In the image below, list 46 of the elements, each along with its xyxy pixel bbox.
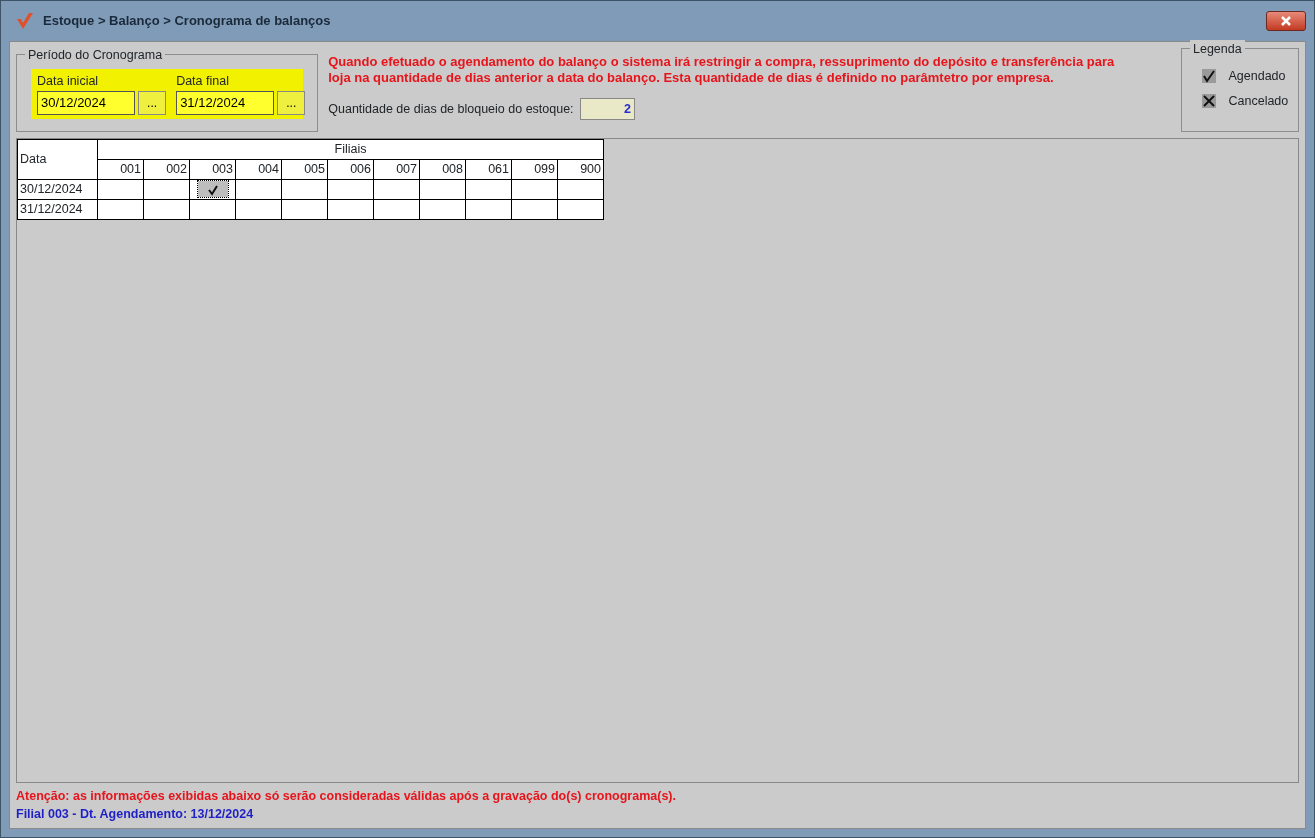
close-icon <box>1280 16 1292 26</box>
date-picker-button[interactable]: ... <box>277 90 306 115</box>
end-date-field[interactable]: 31/12/2024 <box>176 90 275 115</box>
start-date-field[interactable]: 30/12/2024 <box>37 90 135 115</box>
schedule-cell[interactable] <box>327 179 374 200</box>
schedule-cell[interactable] <box>557 199 604 220</box>
column-header: Data <box>17 139 98 180</box>
schedule-cell[interactable] <box>465 199 512 220</box>
column-group-header: Filiais <box>97 139 604 160</box>
schedule-cell[interactable] <box>511 199 558 220</box>
schedule-cell[interactable] <box>373 199 420 220</box>
schedule-info-text: Filial 003 - Dt. Agendamento: 13/12/2024 <box>16 806 255 824</box>
legend-label: Cancelado <box>1228 93 1289 110</box>
field-label: Data inicial <box>37 73 100 90</box>
schedule-cell[interactable] <box>373 179 420 200</box>
check-mark-icon <box>1202 69 1216 84</box>
warning-text: Atenção: as informações exibidas abaixo só serão consideradas válidas após a gravação do(s) cronograma(s). <box>16 787 677 805</box>
notice-text: Quando efetuado o agendamento do balanço o sistema irá restringir a compra, ressuprimento do depósito e transferência para loja na quantidade de dias anterior a data do balanço. Esta quantidade de dias é definido no parâmtetro por empresa. <box>328 54 1115 86</box>
schedule-cell[interactable] <box>143 199 190 220</box>
schedule-cell[interactable] <box>97 179 144 200</box>
schedule-cell[interactable] <box>465 179 512 200</box>
date-picker-button[interactable]: ... <box>138 90 167 115</box>
group-title: Legenda <box>1190 40 1245 59</box>
schedule-cell[interactable] <box>557 179 604 200</box>
schedule-cell[interactable] <box>511 179 558 200</box>
legend-label: Agendado <box>1228 68 1286 85</box>
schedule-cell[interactable] <box>189 199 236 220</box>
check-mark-icon[interactable] <box>197 181 228 198</box>
block-days-field[interactable]: 2 <box>579 98 635 120</box>
schedule-cell[interactable] <box>143 179 190 200</box>
close-button[interactable] <box>1266 11 1306 31</box>
date-cell: 31/12/2024 <box>17 199 98 220</box>
schedule-cell[interactable] <box>235 199 282 220</box>
schedule-cell[interactable] <box>327 199 374 220</box>
cross-icon <box>1202 94 1216 109</box>
window-title: Estoque > Balanço > Cronograma de balanços <box>43 12 331 31</box>
date-cell: 30/12/2024 <box>17 179 98 200</box>
field-label: Quantidade de dias de bloqueio do estoque: <box>328 100 574 118</box>
schedule-cell[interactable] <box>419 179 466 200</box>
field-label: Data final <box>176 73 230 90</box>
check-logo-icon <box>15 11 35 31</box>
schedule-cell[interactable] <box>281 199 328 220</box>
schedule-cell[interactable] <box>281 179 328 200</box>
schedule-cell[interactable] <box>419 199 466 220</box>
schedule-cell[interactable] <box>235 179 282 200</box>
schedule-cell[interactable] <box>97 199 144 220</box>
